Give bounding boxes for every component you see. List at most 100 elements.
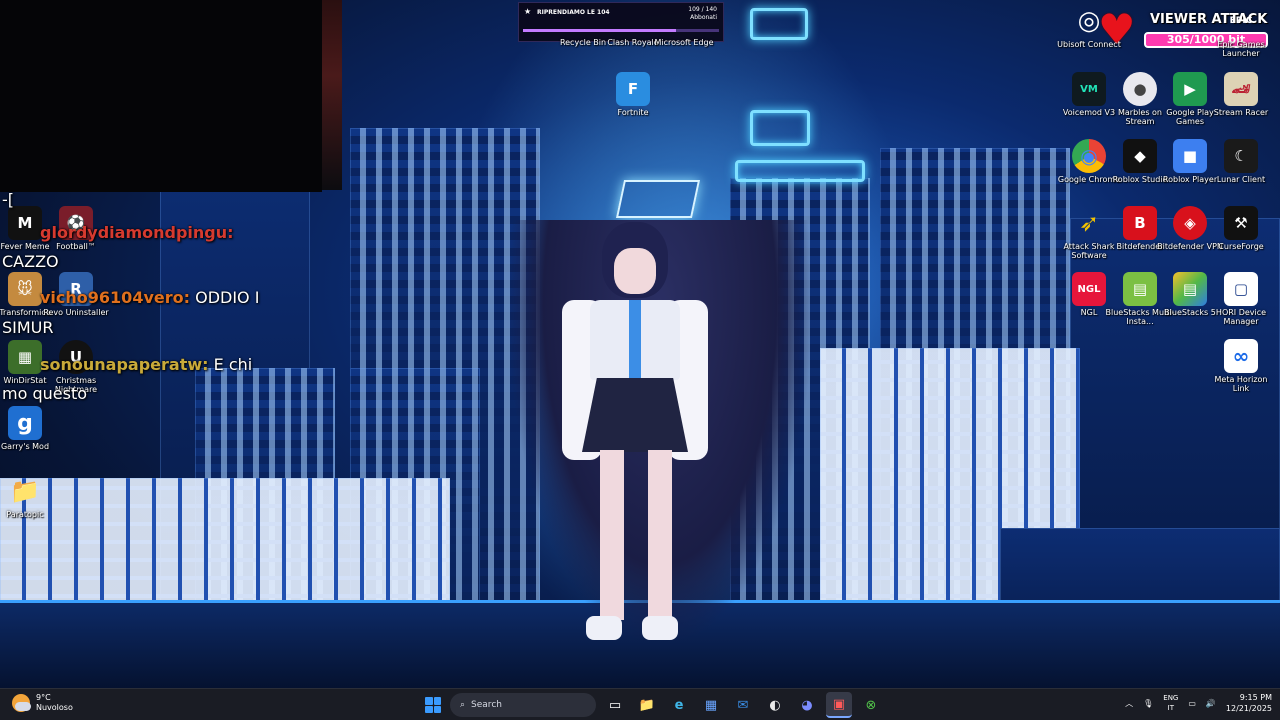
hori-icon: ▢ bbox=[1224, 272, 1258, 306]
wallpaper-character bbox=[582, 378, 688, 452]
language-secondary: IT bbox=[1167, 704, 1174, 712]
star-icon: ★ bbox=[524, 7, 532, 16]
windows-logo-icon bbox=[425, 697, 433, 705]
outlook-icon: ✉ bbox=[737, 697, 749, 713]
chat-message: SIMUR bbox=[2, 318, 54, 338]
chat-message: glordydiamondpingu: bbox=[40, 223, 234, 243]
garrys-mod-icon: g bbox=[8, 406, 42, 440]
desktop-icon-microsoft-edge[interactable]: Microsoft Edge bbox=[649, 2, 719, 47]
wallpaper-character bbox=[648, 450, 672, 620]
meta-icon: ∞ bbox=[1224, 339, 1258, 373]
desktop-icon-label: Lunar Client bbox=[1216, 175, 1266, 184]
desktop-icon-epic-games[interactable]: EPIC Epic Games Launcher bbox=[1206, 4, 1276, 58]
chat-message: -[ bbox=[2, 190, 14, 210]
attack-shark-icon: ➶ bbox=[1078, 209, 1100, 237]
desktop-icon-hori-device-manager[interactable]: ▢ HORI Device Manager bbox=[1206, 272, 1276, 326]
system-tray: ︿ 🎙 ENG IT ▭ 🔊 9:15 PM 12/21/2025 bbox=[1125, 692, 1272, 714]
ngl-icon: NGL bbox=[1072, 272, 1106, 306]
desktop-icon-stream-racer[interactable]: 🏎 Stream Racer bbox=[1206, 72, 1276, 117]
network-icon[interactable]: ▭ bbox=[1188, 699, 1196, 708]
desktop-icon-paratopic[interactable]: 📁 Paratopic bbox=[0, 474, 60, 519]
marbles-icon: ● bbox=[1123, 72, 1157, 106]
chat-username: vicho96104vero: bbox=[40, 288, 191, 307]
chat-message: vicho96104vero: ODDIO I bbox=[40, 288, 259, 308]
chat-text: E chi bbox=[208, 355, 253, 374]
discord-button[interactable]: ◕ bbox=[794, 692, 820, 718]
desktop-icon-label: Meta Horizon Link bbox=[1214, 375, 1268, 393]
curseforge-icon: ⚒ bbox=[1224, 206, 1258, 240]
desktop-icon-curseforge[interactable]: ⚒ CurseForge bbox=[1206, 206, 1276, 251]
chat-message: CAZZO bbox=[2, 252, 59, 272]
bitdefender-icon: B bbox=[1123, 206, 1157, 240]
xbox-button[interactable]: ⊗ bbox=[858, 692, 884, 718]
language-primary: ENG bbox=[1163, 694, 1179, 702]
desktop-icon-garrys-mod[interactable]: g Garry's Mod bbox=[0, 406, 60, 451]
desktop-icon-lunar-client[interactable]: ☾ Lunar Client bbox=[1206, 139, 1276, 184]
wallpaper-halo bbox=[615, 180, 701, 218]
windirstat-icon: ▦ bbox=[8, 340, 42, 374]
desktop-icon-label: Microsoft Edge bbox=[654, 38, 714, 47]
outlook-button[interactable]: ✉ bbox=[730, 692, 756, 718]
desktop-icon-label: Revo Uninstaller bbox=[43, 308, 109, 317]
taskbar-center: ⌕ Search ▭ 📁 e ▦ ✉ ◐ ◕ ▣ ⊗ bbox=[422, 692, 884, 718]
desktop-icon-fortnite[interactable]: F Fortnite bbox=[598, 72, 668, 117]
desktop-icon-label: Football™ bbox=[56, 242, 96, 251]
microphone-icon[interactable]: 🎙 bbox=[1143, 699, 1153, 708]
streaming-app-button[interactable]: ▣ bbox=[826, 692, 852, 718]
fortnite-icon: F bbox=[616, 72, 650, 106]
desktop-icon-label: Paratopic bbox=[6, 510, 44, 519]
edge-icon: e bbox=[674, 697, 684, 713]
obs-button[interactable]: ◐ bbox=[762, 692, 788, 718]
desktop-icon-label: HORI Device Manager bbox=[1215, 308, 1267, 326]
wallpaper-neon-sign bbox=[735, 160, 865, 182]
clock-date: 12/21/2025 bbox=[1225, 704, 1272, 713]
volume-icon[interactable]: 🔊 bbox=[1206, 699, 1216, 708]
xbox-icon: ⊗ bbox=[865, 697, 877, 713]
chat-message: sonounapaperatw: E chi bbox=[40, 355, 252, 375]
clock[interactable]: 9:15 PM 12/21/2025 bbox=[1226, 692, 1272, 714]
edge-button[interactable]: e bbox=[666, 692, 692, 718]
desktop-icon-ubisoft-connect[interactable]: ◎ Ubisoft Connect bbox=[1054, 4, 1124, 49]
search-placeholder: Search bbox=[471, 700, 502, 710]
cloudy-weather-icon bbox=[12, 694, 31, 712]
desktop-icon-label: Stream Racer bbox=[1213, 108, 1269, 117]
chat-text: -[ bbox=[2, 190, 15, 209]
chat-username: glordydiamondpingu: bbox=[40, 223, 234, 242]
clock-time: 9:15 PM bbox=[1239, 693, 1272, 702]
desktop-icon-label: Epic Games Launcher bbox=[1217, 40, 1265, 58]
desktop-icon-label: CurseForge bbox=[1218, 242, 1264, 251]
taskbar: 9°C Nuvoloso ⌕ Search ▭ 📁 e ▦ ✉ ◐ ◕ ▣ ⊗ … bbox=[0, 688, 1280, 720]
wallpaper-character bbox=[586, 616, 622, 640]
webcam-placeholder bbox=[0, 0, 322, 192]
wallpaper-character bbox=[642, 616, 678, 640]
windows-logo-icon bbox=[425, 705, 433, 713]
chat-username: sonounapaperatw: bbox=[40, 355, 209, 374]
task-view-button[interactable]: ▭ bbox=[602, 692, 628, 718]
chevron-up-icon[interactable]: ︿ bbox=[1125, 698, 1133, 709]
store-button[interactable]: ▦ bbox=[698, 692, 724, 718]
start-button[interactable] bbox=[422, 694, 444, 716]
weather-text: 9°C Nuvoloso bbox=[36, 693, 73, 713]
transformice-icon: 🐭 bbox=[8, 272, 42, 306]
bitdefender-vpn-icon: ◈ bbox=[1173, 206, 1207, 240]
weather-temperature: 9°C bbox=[36, 693, 51, 702]
windows-logo-icon bbox=[433, 697, 441, 705]
desktop-icon-label: Fortnite bbox=[617, 108, 649, 117]
roblox-player-icon: ■ bbox=[1173, 139, 1207, 173]
voicemod-icon: VM bbox=[1072, 72, 1106, 106]
wallpaper-character bbox=[600, 450, 624, 620]
fever-meme-icon: M bbox=[8, 206, 42, 240]
taskbar-search[interactable]: ⌕ Search bbox=[450, 693, 596, 717]
windows-logo-icon bbox=[433, 705, 441, 713]
desktop-icon-label: Ubisoft Connect bbox=[1057, 40, 1121, 49]
file-explorer-button[interactable]: 📁 bbox=[634, 692, 660, 718]
file-explorer-icon: 📁 bbox=[638, 697, 656, 713]
epic-games-icon: EPIC bbox=[1229, 16, 1253, 26]
streaming-app-icon: ▣ bbox=[832, 696, 846, 712]
weather-widget[interactable]: 9°C Nuvoloso bbox=[12, 693, 73, 713]
store-icon: ▦ bbox=[704, 697, 718, 713]
google-play-games-icon: ▶ bbox=[1173, 72, 1207, 106]
bluestacks-icon: ▤ bbox=[1173, 272, 1207, 306]
language-indicator[interactable]: ENG IT bbox=[1163, 693, 1178, 713]
desktop-icon-meta-horizon-link[interactable]: ∞ Meta Horizon Link bbox=[1206, 339, 1276, 393]
